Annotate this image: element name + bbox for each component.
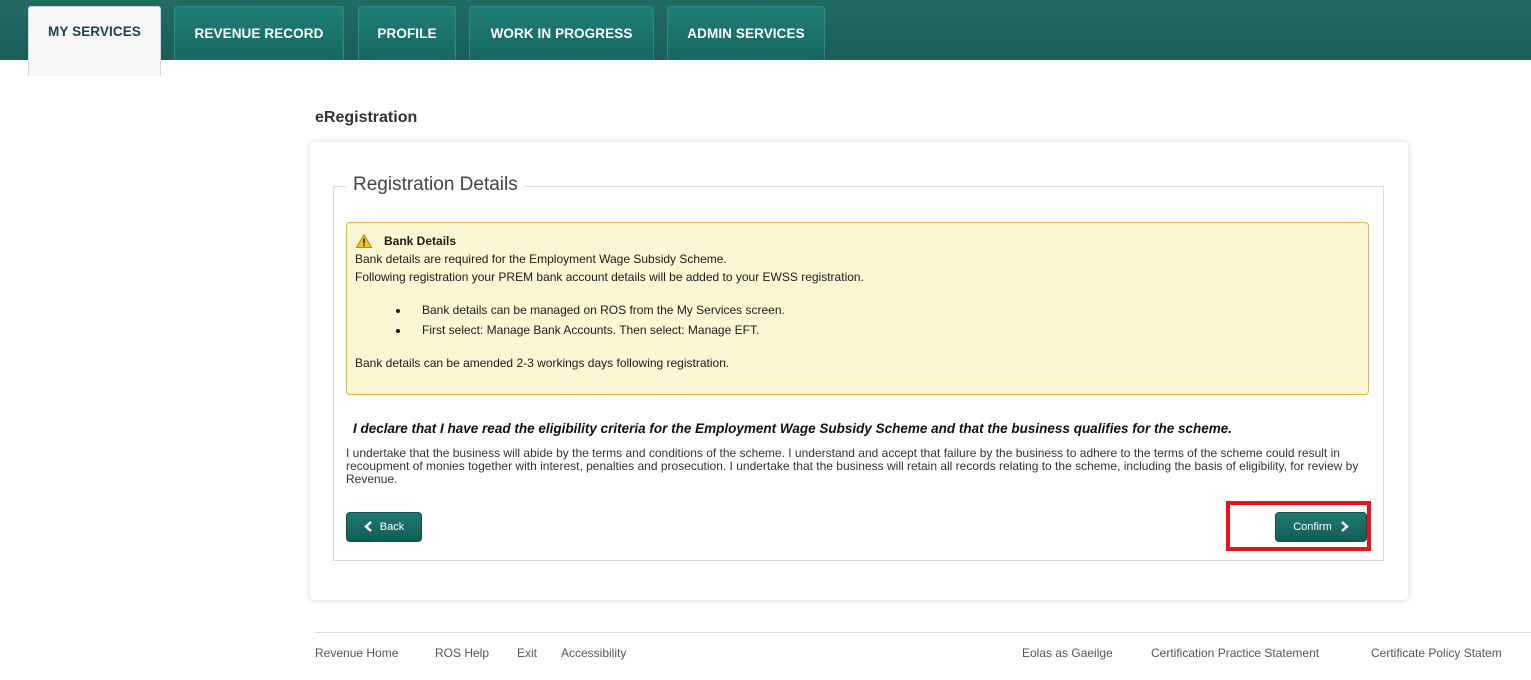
confirm-button-label: Confirm — [1293, 521, 1332, 533]
alert-bullet: First select: Manage Bank Accounts. Then… — [410, 320, 1360, 340]
footer-link-certification-practice-statement[interactable]: Certification Practice Statement — [1151, 646, 1319, 660]
warning-icon — [355, 233, 373, 248]
footer-link-exit[interactable]: Exit — [517, 646, 537, 660]
tab-admin-services[interactable]: ADMIN SERVICES — [667, 6, 825, 60]
footer-link-revenue-home[interactable]: Revenue Home — [315, 646, 398, 660]
bank-details-alert: Bank Details Bank details are required f… — [346, 222, 1369, 395]
alert-bullet-list: Bank details can be managed on ROS from … — [355, 300, 1360, 340]
tab-profile[interactable]: PROFILE — [358, 6, 456, 60]
undertaking-text: I undertake that the business will abide… — [346, 446, 1359, 486]
tab-label: MY SERVICES — [48, 24, 141, 39]
footer-link-certificate-policy-statement[interactable]: Certificate Policy Statem — [1371, 646, 1502, 660]
footer-link-eolas-as-gaeilge[interactable]: Eolas as Gaeilge — [1022, 646, 1113, 660]
footer-divider — [315, 632, 1531, 633]
chevron-right-icon — [1340, 520, 1349, 535]
alert-bullet: Bank details can be managed on ROS from … — [410, 300, 1360, 320]
chevron-left-icon — [363, 520, 373, 535]
back-button-label: Back — [379, 521, 405, 533]
alert-footer-line: Bank details can be amended 2-3 workings… — [355, 356, 730, 370]
tab-label: ADMIN SERVICES — [687, 26, 805, 41]
footer-link-accessibility[interactable]: Accessibility — [561, 646, 626, 660]
alert-title: Bank Details — [384, 234, 457, 248]
fieldset-legend: Registration Details — [346, 174, 525, 196]
tab-label: WORK IN PROGRESS — [490, 26, 633, 41]
top-nav-bar: MY SERVICES REVENUE RECORD PROFILE WORK … — [0, 0, 1531, 76]
registration-card: Registration Details Bank Details Bank d… — [310, 142, 1408, 600]
tab-label: PROFILE — [377, 26, 437, 41]
registration-details-fieldset: Registration Details Bank Details Bank d… — [333, 174, 1384, 561]
back-button[interactable]: Back — [346, 512, 422, 542]
tab-label: REVENUE RECORD — [194, 26, 324, 41]
tab-work-in-progress[interactable]: WORK IN PROGRESS — [469, 6, 654, 60]
declaration-text: I declare that I have read the eligibili… — [353, 421, 1232, 436]
tab-revenue-record[interactable]: REVENUE RECORD — [174, 6, 344, 60]
alert-line: Bank details are required for the Employ… — [355, 252, 727, 266]
footer-link-ros-help[interactable]: ROS Help — [435, 646, 489, 660]
tab-my-services[interactable]: MY SERVICES — [28, 6, 161, 76]
alert-line: Following registration your PREM bank ac… — [355, 270, 864, 284]
alert-title-row: Bank Details — [355, 232, 1360, 250]
page-title: eRegistration — [315, 109, 418, 126]
confirm-button[interactable]: Confirm — [1275, 512, 1367, 542]
